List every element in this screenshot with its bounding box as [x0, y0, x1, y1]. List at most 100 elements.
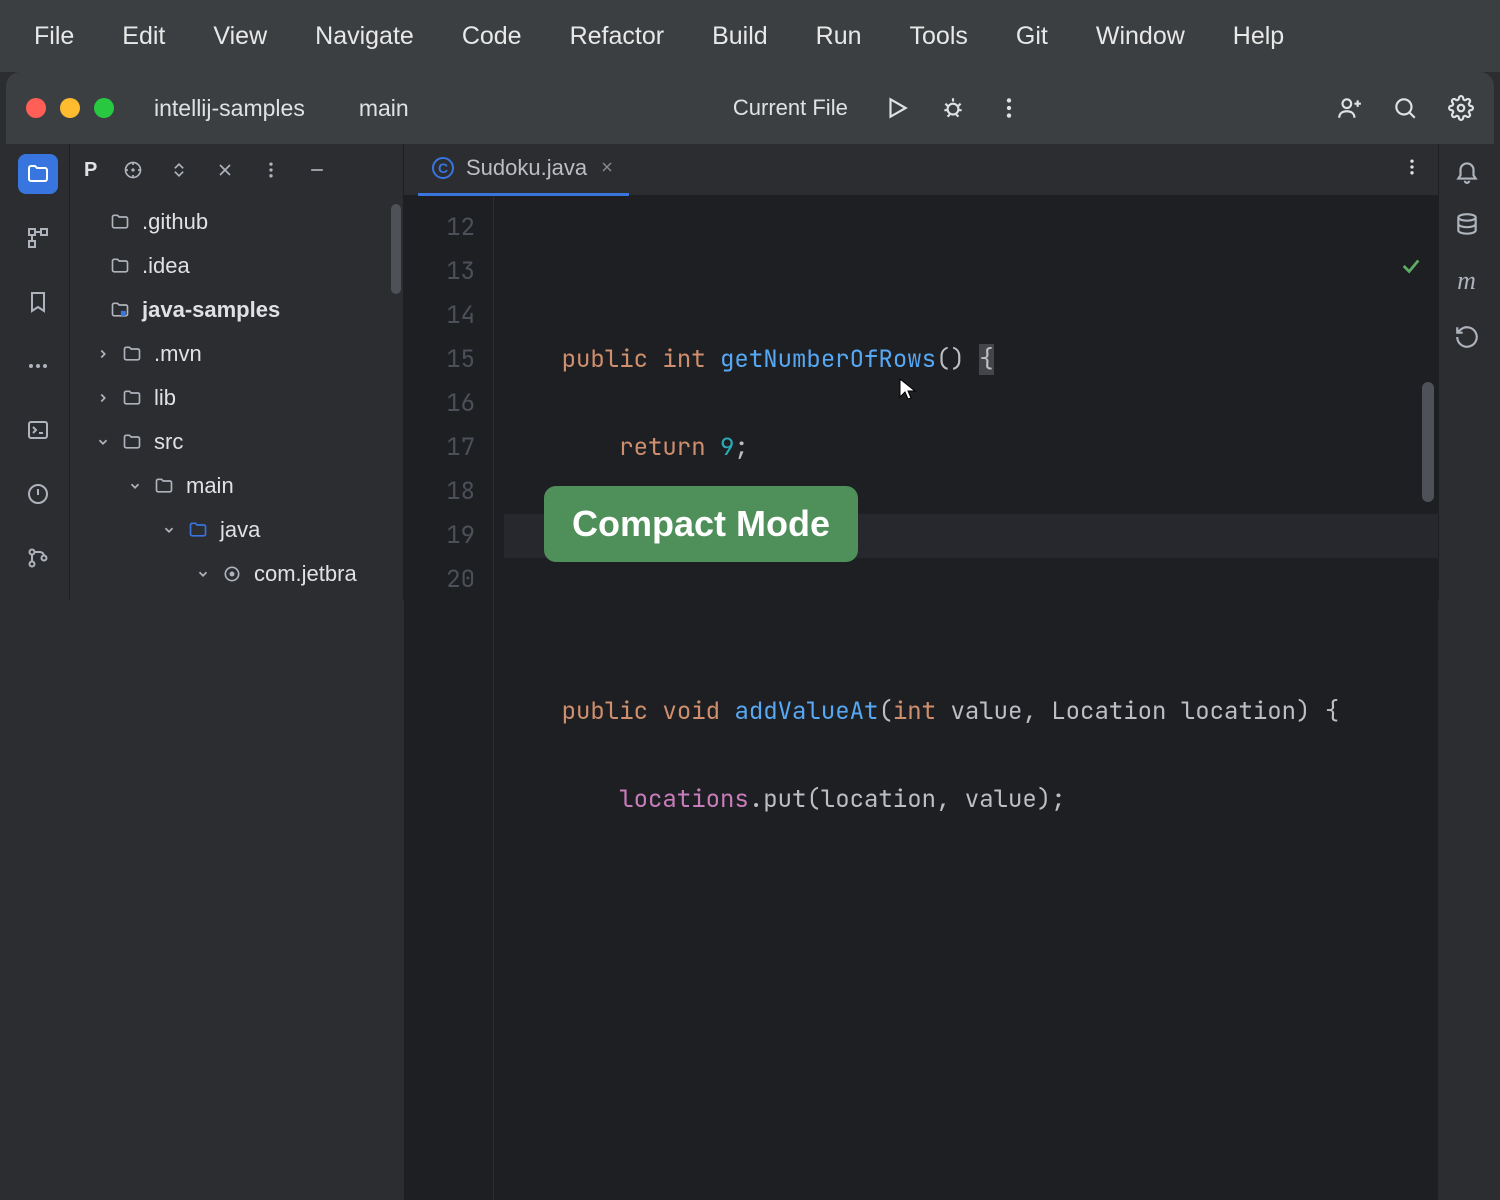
menu-view[interactable]: View	[189, 22, 291, 51]
menu-tools[interactable]: Tools	[886, 22, 992, 51]
bookmarks-tool-button[interactable]	[18, 282, 58, 322]
line-number[interactable]: 16	[404, 382, 475, 426]
tree-item[interactable]: com.jetbra	[70, 552, 403, 596]
compact-mode-callout: Compact Mode	[544, 486, 858, 562]
maven-tool-button[interactable]: m	[1457, 266, 1476, 296]
more-tool-button[interactable]	[18, 346, 58, 386]
keyword: void	[662, 696, 720, 727]
select-open-file-button[interactable]	[123, 160, 143, 180]
menu-file[interactable]: File	[10, 22, 98, 51]
tree-item[interactable]: lib	[70, 376, 403, 420]
line-number[interactable]: 12	[404, 206, 475, 250]
problems-tool-button[interactable]	[18, 474, 58, 514]
git-branch-selector[interactable]: main	[349, 95, 419, 122]
keyword: int	[893, 696, 936, 727]
field-ref: locations	[619, 784, 749, 815]
menu-refactor[interactable]: Refactor	[546, 22, 688, 51]
hide-panel-button[interactable]	[307, 160, 327, 180]
tree-item-label: java	[220, 517, 260, 543]
tree-item-label: main	[186, 473, 234, 499]
run-button[interactable]	[884, 95, 910, 121]
code-content[interactable]: public int getNumberOfRows() { return 9;…	[494, 196, 1438, 1200]
tree-item[interactable]: .idea	[70, 244, 403, 288]
menu-help[interactable]: Help	[1209, 22, 1308, 51]
line-number[interactable]: 18	[404, 470, 475, 514]
menu-run[interactable]: Run	[792, 22, 886, 51]
left-tool-rail	[6, 144, 70, 600]
line-gutter[interactable]: 121314151617181920	[404, 196, 494, 1200]
tree-item-label: com.jetbra	[254, 561, 357, 587]
tree-arrow-icon[interactable]	[96, 435, 112, 449]
code-with-me-button[interactable]	[1336, 95, 1362, 121]
tree-arrow-icon[interactable]	[96, 391, 112, 405]
zoom-window-button[interactable]	[94, 98, 114, 118]
terminal-tool-button[interactable]	[18, 410, 58, 450]
tree-item[interactable]: java	[70, 508, 403, 552]
line-number[interactable]: 17	[404, 426, 475, 470]
settings-button[interactable]	[1448, 95, 1474, 121]
close-window-button[interactable]	[26, 98, 46, 118]
tree-item[interactable]: src	[70, 420, 403, 464]
tree-item[interactable]: java-samples	[70, 288, 403, 332]
editor-tab[interactable]: C Sudoku.java	[418, 144, 629, 196]
folder-icon	[110, 300, 132, 320]
expand-all-button[interactable]	[169, 160, 189, 180]
tree-arrow-icon[interactable]	[128, 479, 144, 493]
main-area: P .github.idea java-samples .mvn lib srcmain…	[6, 144, 1494, 600]
menu-navigate[interactable]: Navigate	[291, 22, 438, 51]
editor-scrollbar-thumb[interactable]	[1422, 382, 1434, 502]
code-editor[interactable]: 121314151617181920 public int getNumberO…	[404, 196, 1438, 1200]
project-name-label: intellij-samples	[154, 95, 305, 122]
tree-item-label: src	[154, 429, 183, 455]
folder-icon	[122, 344, 144, 364]
tree-arrow-icon[interactable]	[196, 567, 212, 581]
inspection-ok-icon[interactable]	[1256, 204, 1422, 336]
line-number[interactable]: 14	[404, 294, 475, 338]
code-text: ()	[936, 344, 979, 375]
line-number[interactable]: 20	[404, 558, 475, 602]
tree-arrow-icon[interactable]	[96, 347, 112, 361]
editor-tabs: C Sudoku.java	[404, 144, 1438, 196]
collapse-all-button[interactable]	[215, 160, 235, 180]
panel-options-button[interactable]	[261, 160, 281, 180]
line-number[interactable]: 19	[404, 514, 475, 558]
code-text: (	[878, 696, 892, 727]
run-config-selector[interactable]: Current File	[733, 95, 856, 121]
os-menu-bar: File Edit View Navigate Code Refactor Bu…	[0, 0, 1500, 72]
project-view-label[interactable]: P	[84, 159, 97, 182]
folder-icon	[110, 256, 132, 276]
line-number[interactable]: 13	[404, 250, 475, 294]
menu-code[interactable]: Code	[438, 22, 546, 51]
menu-edit[interactable]: Edit	[98, 22, 189, 51]
tree-arrow-icon[interactable]	[162, 523, 178, 537]
tree-item[interactable]: .github	[70, 200, 403, 244]
project-tree[interactable]: .github.idea java-samples .mvn lib srcmain ja…	[70, 196, 403, 596]
tree-item-label: java-samples	[142, 297, 280, 323]
debug-button[interactable]	[940, 95, 966, 121]
project-panel-header: P	[70, 144, 403, 196]
class-file-icon: C	[432, 157, 454, 179]
menu-git[interactable]: Git	[992, 22, 1072, 51]
minimize-window-button[interactable]	[60, 98, 80, 118]
project-selector[interactable]: intellij-samples	[154, 95, 315, 122]
database-tool-button[interactable]	[1454, 212, 1480, 238]
structure-tool-button[interactable]	[18, 218, 58, 258]
menu-window[interactable]: Window	[1072, 22, 1209, 51]
folder-icon	[122, 388, 144, 408]
project-scrollbar-thumb[interactable]	[391, 204, 401, 294]
method-name: getNumberOfRows	[720, 344, 936, 375]
more-actions-button[interactable]	[996, 95, 1022, 121]
project-tool-button[interactable]	[18, 154, 58, 194]
menu-build[interactable]: Build	[688, 22, 792, 51]
close-tab-button[interactable]	[599, 155, 615, 181]
tree-item[interactable]: .mvn	[70, 332, 403, 376]
vcs-tool-button[interactable]	[18, 538, 58, 578]
line-number[interactable]: 15	[404, 338, 475, 382]
reload-tool-button[interactable]	[1454, 324, 1480, 350]
search-everywhere-button[interactable]	[1392, 95, 1418, 121]
tab-options-button[interactable]	[1402, 157, 1422, 182]
notifications-button[interactable]	[1454, 158, 1480, 184]
tree-item[interactable]: main	[70, 464, 403, 508]
folder-icon	[222, 564, 244, 584]
tree-item-label: lib	[154, 385, 176, 411]
